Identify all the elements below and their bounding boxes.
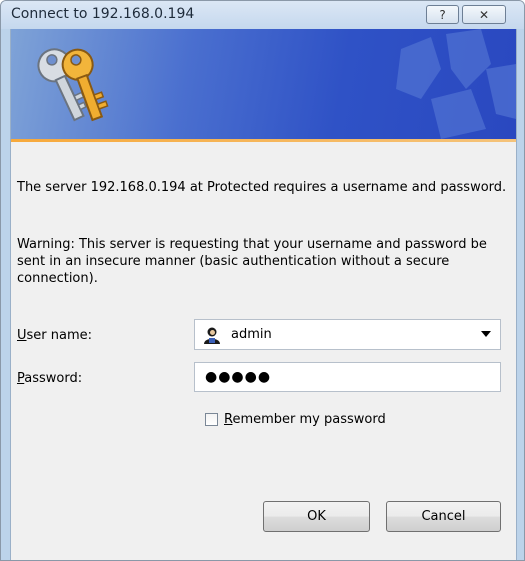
cancel-button[interactable]: Cancel	[386, 501, 501, 532]
password-label-text: assword:	[24, 371, 83, 386]
user-icon	[204, 327, 220, 344]
security-warning: Warning: This server is requesting that …	[17, 237, 487, 286]
close-button[interactable]: ✕	[462, 5, 506, 24]
remember-password-checkbox[interactable]	[205, 413, 218, 426]
remember-label-text: emember my password	[232, 412, 386, 427]
username-value: admin	[231, 327, 272, 342]
chevron-down-icon[interactable]	[481, 331, 491, 337]
close-icon: ✕	[478, 7, 490, 22]
username-label-accel: U	[17, 328, 27, 343]
dialog-body: The server 192.168.0.194 at Protected re…	[10, 29, 517, 560]
login-dialog: Connect to 192.168.0.194 ? ✕ The server …	[0, 0, 525, 561]
password-label: Password:	[17, 371, 82, 386]
window-title: Connect to 192.168.0.194	[11, 6, 195, 22]
help-button[interactable]: ?	[426, 5, 459, 24]
banner-accent-line	[11, 139, 516, 142]
server-message: The server 192.168.0.194 at Protected re…	[17, 180, 507, 195]
username-label: User name:	[17, 328, 92, 343]
username-label-text: ser name:	[26, 328, 93, 343]
password-field[interactable]: ●●●●●	[194, 362, 501, 392]
remember-password-label[interactable]: Remember my password	[224, 412, 386, 427]
keys-icon	[37, 48, 109, 122]
title-bar[interactable]: Connect to 192.168.0.194 ? ✕	[1, 1, 524, 29]
username-combobox[interactable]: admin	[194, 319, 501, 350]
banner-watermark-icon	[396, 29, 516, 139]
ok-button[interactable]: OK	[263, 501, 370, 532]
help-icon: ?	[439, 7, 446, 22]
banner	[11, 29, 516, 139]
